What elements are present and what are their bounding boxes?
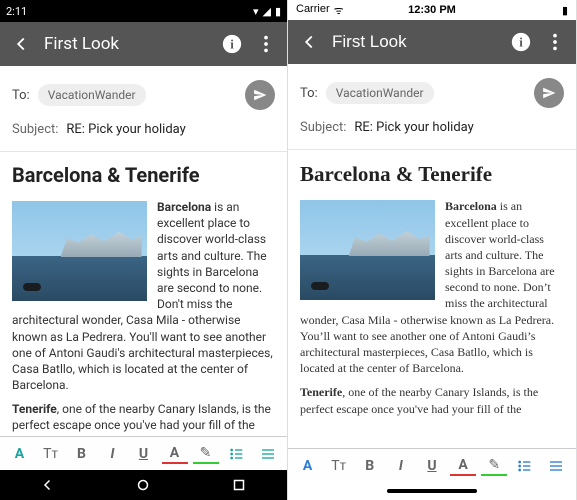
list-button[interactable] — [512, 453, 538, 479]
nav-back-icon[interactable] — [39, 476, 57, 494]
email-body[interactable]: Barcelona & Tenerife Barcelona is an exc… — [0, 152, 287, 436]
body-title: Barcelona & Tenerife — [12, 162, 275, 189]
list-button[interactable] — [224, 441, 250, 467]
italic-button[interactable]: I — [388, 453, 414, 479]
underline-button[interactable]: U — [131, 441, 157, 467]
subject-label: Subject: — [300, 120, 346, 135]
highlight-button[interactable]: ✎ — [193, 444, 219, 464]
more-icon[interactable] — [544, 31, 566, 53]
to-label: To: — [300, 86, 318, 101]
barcelona-photo — [12, 201, 147, 301]
signal-icon: ◢ — [262, 5, 270, 18]
header-title: First Look — [44, 34, 209, 54]
bold-button[interactable]: B — [357, 453, 383, 479]
android-status-bar: 2:11 ▾ ◢ ▮ — [0, 0, 287, 22]
recipient-chip[interactable]: VacationWander — [326, 82, 434, 104]
paragraph-2: Tenerife, one of the nearby Canary Islan… — [12, 401, 275, 436]
body-title: Barcelona & Tenerife — [300, 160, 564, 188]
format-toolbar: A Tᴛ B I U A ✎ — [288, 448, 576, 482]
info-icon[interactable]: i — [221, 33, 243, 55]
subject-value[interactable]: RE: Pick your holiday — [354, 120, 473, 135]
app-header: First Look i — [0, 22, 287, 66]
subject-label: Subject: — [12, 122, 58, 137]
highlight-button[interactable]: ✎ — [481, 456, 507, 476]
svg-text:i: i — [519, 36, 523, 50]
send-button[interactable] — [534, 78, 564, 108]
app-header: First Look i — [288, 20, 576, 64]
svg-text:i: i — [230, 38, 234, 52]
underline-button[interactable]: U — [419, 453, 445, 479]
subject-value[interactable]: RE: Pick your holiday — [66, 122, 185, 137]
email-body[interactable]: Barcelona & Tenerife Barcelona is an exc… — [288, 150, 576, 448]
recipient-chip[interactable]: VacationWander — [38, 84, 146, 106]
info-icon[interactable]: i — [510, 31, 532, 53]
ios-home-indicator[interactable] — [288, 482, 576, 500]
compose-area: To: VacationWander Subject: RE: Pick you… — [288, 64, 576, 150]
more-icon[interactable] — [255, 33, 277, 55]
align-button[interactable] — [543, 453, 569, 479]
to-label: To: — [12, 88, 30, 103]
send-button[interactable] — [245, 80, 275, 110]
wifi-icon: ▾ — [253, 5, 259, 18]
bold-button[interactable]: B — [69, 441, 95, 467]
android-navbar — [0, 470, 287, 500]
back-icon[interactable] — [10, 33, 32, 55]
status-time: 12:30 PM — [288, 4, 576, 16]
header-title: First Look — [332, 32, 498, 52]
back-icon[interactable] — [298, 31, 320, 53]
font-button[interactable]: A — [7, 441, 33, 467]
paragraph-2: Tenerife, one of the nearby Canary Islan… — [300, 384, 564, 416]
compose-area: To: VacationWander Subject: RE: Pick you… — [0, 66, 287, 152]
font-button[interactable]: A — [295, 453, 321, 479]
italic-button[interactable]: I — [100, 441, 126, 467]
nav-recent-icon[interactable] — [230, 476, 248, 494]
status-time: 2:11 — [6, 5, 27, 18]
nav-home-icon[interactable] — [134, 476, 152, 494]
format-toolbar: A Tᴛ B I U A ✎ — [0, 436, 287, 470]
ios-status-bar: Carrierᯤ 12:30 PM ▮ — [288, 0, 576, 20]
barcelona-photo — [300, 200, 435, 300]
font-color-button[interactable]: A — [162, 444, 188, 464]
align-button[interactable] — [255, 441, 281, 467]
font-color-button[interactable]: A — [450, 456, 476, 476]
battery-icon: ▮ — [275, 5, 281, 18]
size-button[interactable]: Tᴛ — [38, 441, 64, 467]
size-button[interactable]: Tᴛ — [326, 453, 352, 479]
